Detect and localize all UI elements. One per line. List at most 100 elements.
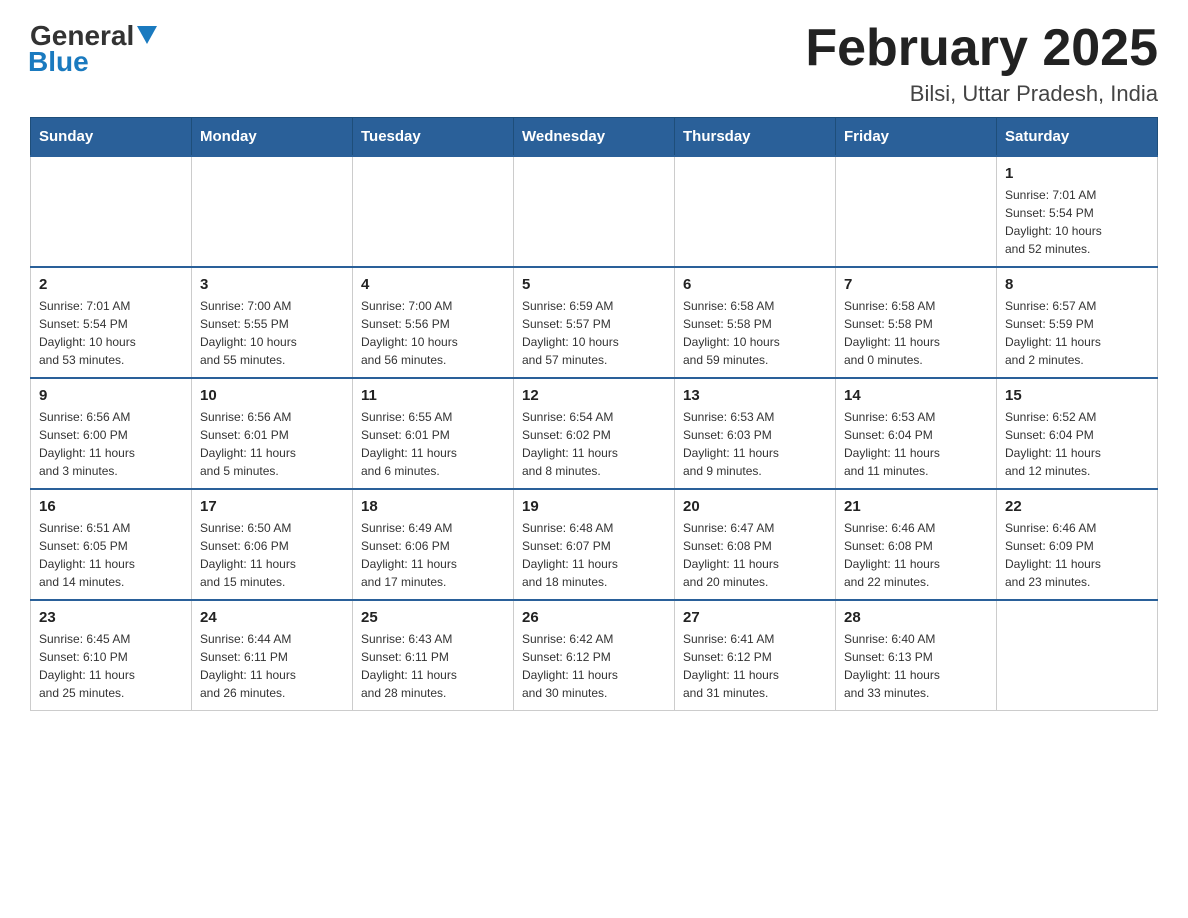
day-info: Sunrise: 6:44 AM Sunset: 6:11 PM Dayligh… <box>200 630 344 702</box>
calendar-cell: 9Sunrise: 6:56 AM Sunset: 6:00 PM Daylig… <box>31 378 192 489</box>
day-of-week-header: Monday <box>192 118 353 157</box>
day-number: 2 <box>39 276 183 293</box>
day-number: 1 <box>1005 165 1149 182</box>
calendar-cell: 18 Sunrise: 6:49 AM Sunset: 6:06 PM Dayli… <box>353 489 514 600</box>
calendar-cell <box>675 156 836 267</box>
day-info: Sunrise: 6:57 AM Sunset: 5:59 PM Dayligh… <box>1005 297 1149 369</box>
calendar-cell <box>514 156 675 267</box>
calendar-cell: 10Sunrise: 6:56 AM Sunset: 6:01 PM Dayli… <box>192 378 353 489</box>
calendar-table: SundayMondayTuesdayWednesdayThursdayFrid… <box>30 117 1158 711</box>
calendar-header-row: SundayMondayTuesdayWednesdayThursdayFrid… <box>31 118 1158 157</box>
day-of-week-header: Tuesday <box>353 118 514 157</box>
calendar-cell: 7 Sunrise: 6:58 AM Sunset: 5:58 PM Daylig… <box>836 267 997 378</box>
calendar-cell: 12 Sunrise: 6:54 AM Sunset: 6:02 PM Dayli… <box>514 378 675 489</box>
day-number: 4 <box>361 276 505 293</box>
day-info: Sunrise: 6:46 AM Sunset: 6:08 PM Dayligh… <box>844 519 988 591</box>
calendar-week-row: 9Sunrise: 6:56 AM Sunset: 6:00 PM Daylig… <box>31 378 1158 489</box>
calendar-cell: 27 Sunrise: 6:41 AM Sunset: 6:12 PM Dayli… <box>675 600 836 711</box>
calendar-cell: 5 Sunrise: 6:59 AM Sunset: 5:57 PM Daylig… <box>514 267 675 378</box>
day-number: 16 <box>39 498 183 515</box>
calendar-cell: 22 Sunrise: 6:46 AM Sunset: 6:09 PM Dayli… <box>997 489 1158 600</box>
location-title: Bilsi, Uttar Pradesh, India <box>805 81 1158 107</box>
day-number: 13 <box>683 387 827 404</box>
calendar-cell <box>836 156 997 267</box>
day-info: Sunrise: 6:56 AM Sunset: 6:01 PM Dayligh… <box>200 408 344 480</box>
day-info: Sunrise: 6:43 AM Sunset: 6:11 PM Dayligh… <box>361 630 505 702</box>
day-info: Sunrise: 6:56 AM Sunset: 6:00 PM Dayligh… <box>39 408 183 480</box>
calendar-week-row: 2 Sunrise: 7:01 AM Sunset: 5:54 PM Daylig… <box>31 267 1158 378</box>
day-info: Sunrise: 6:48 AM Sunset: 6:07 PM Dayligh… <box>522 519 666 591</box>
calendar-week-row: 16Sunrise: 6:51 AM Sunset: 6:05 PM Dayli… <box>31 489 1158 600</box>
day-info: Sunrise: 6:53 AM Sunset: 6:04 PM Dayligh… <box>844 408 988 480</box>
day-number: 25 <box>361 609 505 626</box>
logo-triangle-icon <box>137 26 157 44</box>
day-info: Sunrise: 6:50 AM Sunset: 6:06 PM Dayligh… <box>200 519 344 591</box>
calendar-cell: 23 Sunrise: 6:45 AM Sunset: 6:10 PM Dayli… <box>31 600 192 711</box>
day-number: 11 <box>361 387 505 404</box>
title-section: February 2025 Bilsi, Uttar Pradesh, Indi… <box>805 20 1158 107</box>
day-info: Sunrise: 6:45 AM Sunset: 6:10 PM Dayligh… <box>39 630 183 702</box>
day-number: 23 <box>39 609 183 626</box>
day-info: Sunrise: 6:42 AM Sunset: 6:12 PM Dayligh… <box>522 630 666 702</box>
day-number: 22 <box>1005 498 1149 515</box>
day-number: 27 <box>683 609 827 626</box>
day-number: 19 <box>522 498 666 515</box>
day-info: Sunrise: 7:00 AM Sunset: 5:55 PM Dayligh… <box>200 297 344 369</box>
day-info: Sunrise: 6:49 AM Sunset: 6:06 PM Dayligh… <box>361 519 505 591</box>
day-of-week-header: Friday <box>836 118 997 157</box>
calendar-cell: 8 Sunrise: 6:57 AM Sunset: 5:59 PM Daylig… <box>997 267 1158 378</box>
day-number: 7 <box>844 276 988 293</box>
calendar-cell: 21 Sunrise: 6:46 AM Sunset: 6:08 PM Dayli… <box>836 489 997 600</box>
day-info: Sunrise: 6:54 AM Sunset: 6:02 PM Dayligh… <box>522 408 666 480</box>
calendar-cell: 2 Sunrise: 7:01 AM Sunset: 5:54 PM Daylig… <box>31 267 192 378</box>
page-header: General Blue February 2025 Bilsi, Uttar … <box>30 20 1158 107</box>
day-of-week-header: Wednesday <box>514 118 675 157</box>
calendar-cell: 26 Sunrise: 6:42 AM Sunset: 6:12 PM Dayli… <box>514 600 675 711</box>
calendar-cell <box>192 156 353 267</box>
calendar-cell: 4 Sunrise: 7:00 AM Sunset: 5:56 PM Daylig… <box>353 267 514 378</box>
day-info: Sunrise: 6:41 AM Sunset: 6:12 PM Dayligh… <box>683 630 827 702</box>
day-of-week-header: Thursday <box>675 118 836 157</box>
calendar-cell: 20 Sunrise: 6:47 AM Sunset: 6:08 PM Dayli… <box>675 489 836 600</box>
calendar-cell: 16Sunrise: 6:51 AM Sunset: 6:05 PM Dayli… <box>31 489 192 600</box>
calendar-cell: 25 Sunrise: 6:43 AM Sunset: 6:11 PM Dayli… <box>353 600 514 711</box>
day-number: 17 <box>200 498 344 515</box>
calendar-cell: 1Sunrise: 7:01 AM Sunset: 5:54 PM Daylig… <box>997 156 1158 267</box>
day-info: Sunrise: 6:47 AM Sunset: 6:08 PM Dayligh… <box>683 519 827 591</box>
day-number: 28 <box>844 609 988 626</box>
day-number: 12 <box>522 387 666 404</box>
day-info: Sunrise: 6:59 AM Sunset: 5:57 PM Dayligh… <box>522 297 666 369</box>
day-info: Sunrise: 6:58 AM Sunset: 5:58 PM Dayligh… <box>683 297 827 369</box>
logo: General Blue <box>30 20 157 78</box>
calendar-cell: 19 Sunrise: 6:48 AM Sunset: 6:07 PM Dayli… <box>514 489 675 600</box>
day-info: Sunrise: 7:01 AM Sunset: 5:54 PM Dayligh… <box>39 297 183 369</box>
calendar-cell: 28Sunrise: 6:40 AM Sunset: 6:13 PM Dayli… <box>836 600 997 711</box>
day-of-week-header: Saturday <box>997 118 1158 157</box>
calendar-cell <box>353 156 514 267</box>
day-number: 6 <box>683 276 827 293</box>
calendar-cell: 17 Sunrise: 6:50 AM Sunset: 6:06 PM Dayli… <box>192 489 353 600</box>
day-number: 8 <box>1005 276 1149 293</box>
calendar-cell: 6 Sunrise: 6:58 AM Sunset: 5:58 PM Daylig… <box>675 267 836 378</box>
calendar-week-row: 23 Sunrise: 6:45 AM Sunset: 6:10 PM Dayli… <box>31 600 1158 711</box>
calendar-cell: 3Sunrise: 7:00 AM Sunset: 5:55 PM Daylig… <box>192 267 353 378</box>
day-number: 5 <box>522 276 666 293</box>
day-info: Sunrise: 6:55 AM Sunset: 6:01 PM Dayligh… <box>361 408 505 480</box>
day-info: Sunrise: 6:46 AM Sunset: 6:09 PM Dayligh… <box>1005 519 1149 591</box>
day-info: Sunrise: 6:58 AM Sunset: 5:58 PM Dayligh… <box>844 297 988 369</box>
day-number: 18 <box>361 498 505 515</box>
calendar-cell: 24 Sunrise: 6:44 AM Sunset: 6:11 PM Dayli… <box>192 600 353 711</box>
calendar-week-row: 1Sunrise: 7:01 AM Sunset: 5:54 PM Daylig… <box>31 156 1158 267</box>
day-number: 20 <box>683 498 827 515</box>
day-of-week-header: Sunday <box>31 118 192 157</box>
logo-blue-text: Blue <box>28 46 89 78</box>
day-info: Sunrise: 6:53 AM Sunset: 6:03 PM Dayligh… <box>683 408 827 480</box>
day-info: Sunrise: 6:52 AM Sunset: 6:04 PM Dayligh… <box>1005 408 1149 480</box>
day-number: 24 <box>200 609 344 626</box>
day-number: 21 <box>844 498 988 515</box>
day-number: 14 <box>844 387 988 404</box>
day-number: 26 <box>522 609 666 626</box>
calendar-cell: 13 Sunrise: 6:53 AM Sunset: 6:03 PM Dayli… <box>675 378 836 489</box>
month-title: February 2025 <box>805 20 1158 77</box>
day-info: Sunrise: 7:00 AM Sunset: 5:56 PM Dayligh… <box>361 297 505 369</box>
